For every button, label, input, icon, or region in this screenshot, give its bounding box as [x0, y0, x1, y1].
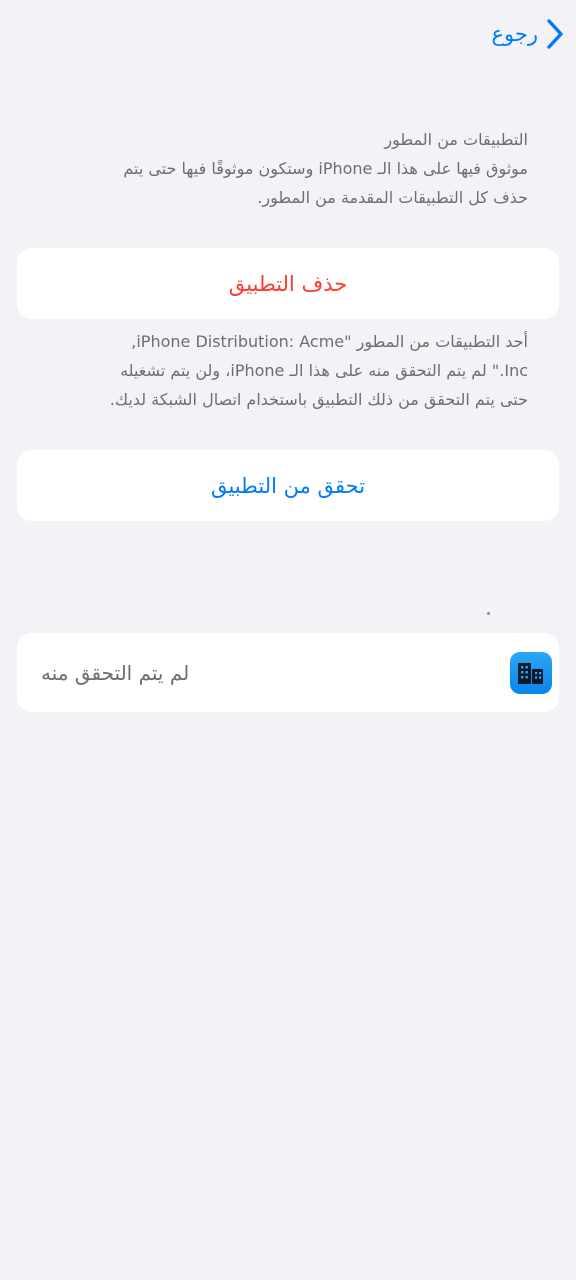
back-label: رجوع: [491, 22, 538, 46]
verify-app-button[interactable]: تحقق من التطبيق: [17, 450, 559, 521]
verify-line: حتى يتم التحقق من ذلك التطبيق باستخدام ا…: [109, 390, 528, 409]
section-dot: [487, 612, 490, 615]
chevron-right-icon: [547, 19, 563, 49]
verify-description: أحد التطبيقات من المطور "iPhone Distribu…: [48, 327, 528, 414]
verify-line: Inc." لم يتم التحقق منه على هذا الـ iPho…: [120, 361, 528, 380]
description-line: موثوق فيها على هذا الـ iPhone وستكون موث…: [123, 159, 528, 178]
trust-description: التطبيقات من المطور موثوق فيها على هذا ا…: [48, 125, 528, 212]
description-line: حذف كل التطبيقات المقدمة من المطور.: [257, 188, 528, 207]
building-icon: [510, 651, 552, 694]
delete-app-button[interactable]: حذف التطبيق: [17, 248, 559, 319]
delete-app-label: حذف التطبيق: [228, 271, 348, 296]
verify-app-label: تحقق من التطبيق: [210, 473, 366, 498]
app-status-label: لم يتم التحقق منه: [41, 660, 190, 685]
description-line: التطبيقات من المطور: [384, 130, 528, 149]
app-list-item[interactable]: لم يتم التحقق منه: [17, 633, 559, 712]
verify-line: أحد التطبيقات من المطور "iPhone Distribu…: [131, 332, 528, 351]
back-button[interactable]: رجوع: [491, 14, 566, 54]
